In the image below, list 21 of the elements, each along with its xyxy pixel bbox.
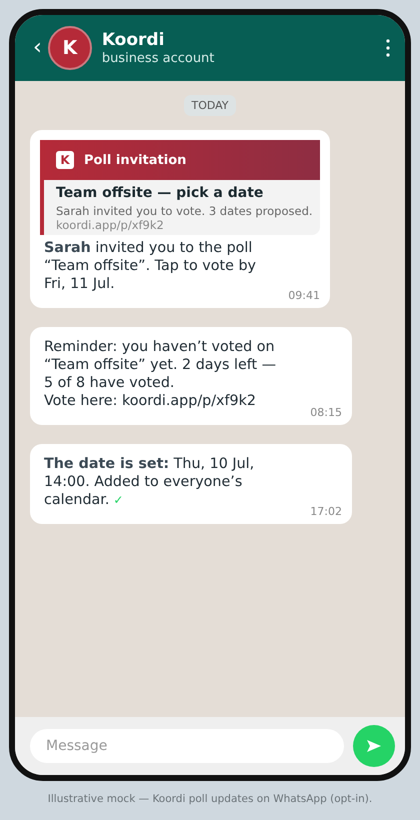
link-preview[interactable]: Team offsite — pick a date Sarah invited you to vote. 3 dates proposed. koordi.app/p/xf9k2 — [40, 180, 320, 235]
card-label: Poll invitation — [84, 152, 186, 168]
preview-title: Team offsite — pick a date — [56, 185, 264, 201]
contact-avatar: K — [48, 26, 92, 70]
message-time: 17:02 — [309, 505, 342, 518]
preview-url: koordi.app/p/xf9k2 — [56, 218, 165, 232]
contact-name: Koordi — [102, 30, 166, 50]
preview-description: Sarah invited you to vote. 3 dates proposed. — [56, 204, 314, 218]
back-button[interactable]: ‹ — [33, 37, 42, 59]
send-icon — [367, 740, 381, 752]
message-text: The date is set: Thu, 10 Jul, 14:00. Added to everyone’s calendar. ✓ — [44, 455, 256, 509]
contact-status: business account — [102, 51, 216, 66]
logo-icon: K — [56, 151, 74, 169]
message-input[interactable]: Message — [30, 729, 344, 763]
message-text: Reminder: you haven’t voted on “Team offsite” yet. 2 days left — 5 of 8 have voted. Vote here: koordi.app/p/xf9k2 — [44, 338, 277, 410]
message-text: Sarah invited you to the poll “Team offsite”. Tap to vote by Fri, 11 Jul. — [44, 239, 257, 293]
message-time: 08:15 — [309, 406, 342, 419]
menu-icon[interactable] — [385, 38, 391, 58]
message-time: 09:41 — [287, 289, 320, 302]
caption-text: Illustrative mock — Koordi poll updates on WhatsApp (opt-in). — [48, 793, 372, 805]
date-divider: TODAY — [184, 95, 236, 116]
